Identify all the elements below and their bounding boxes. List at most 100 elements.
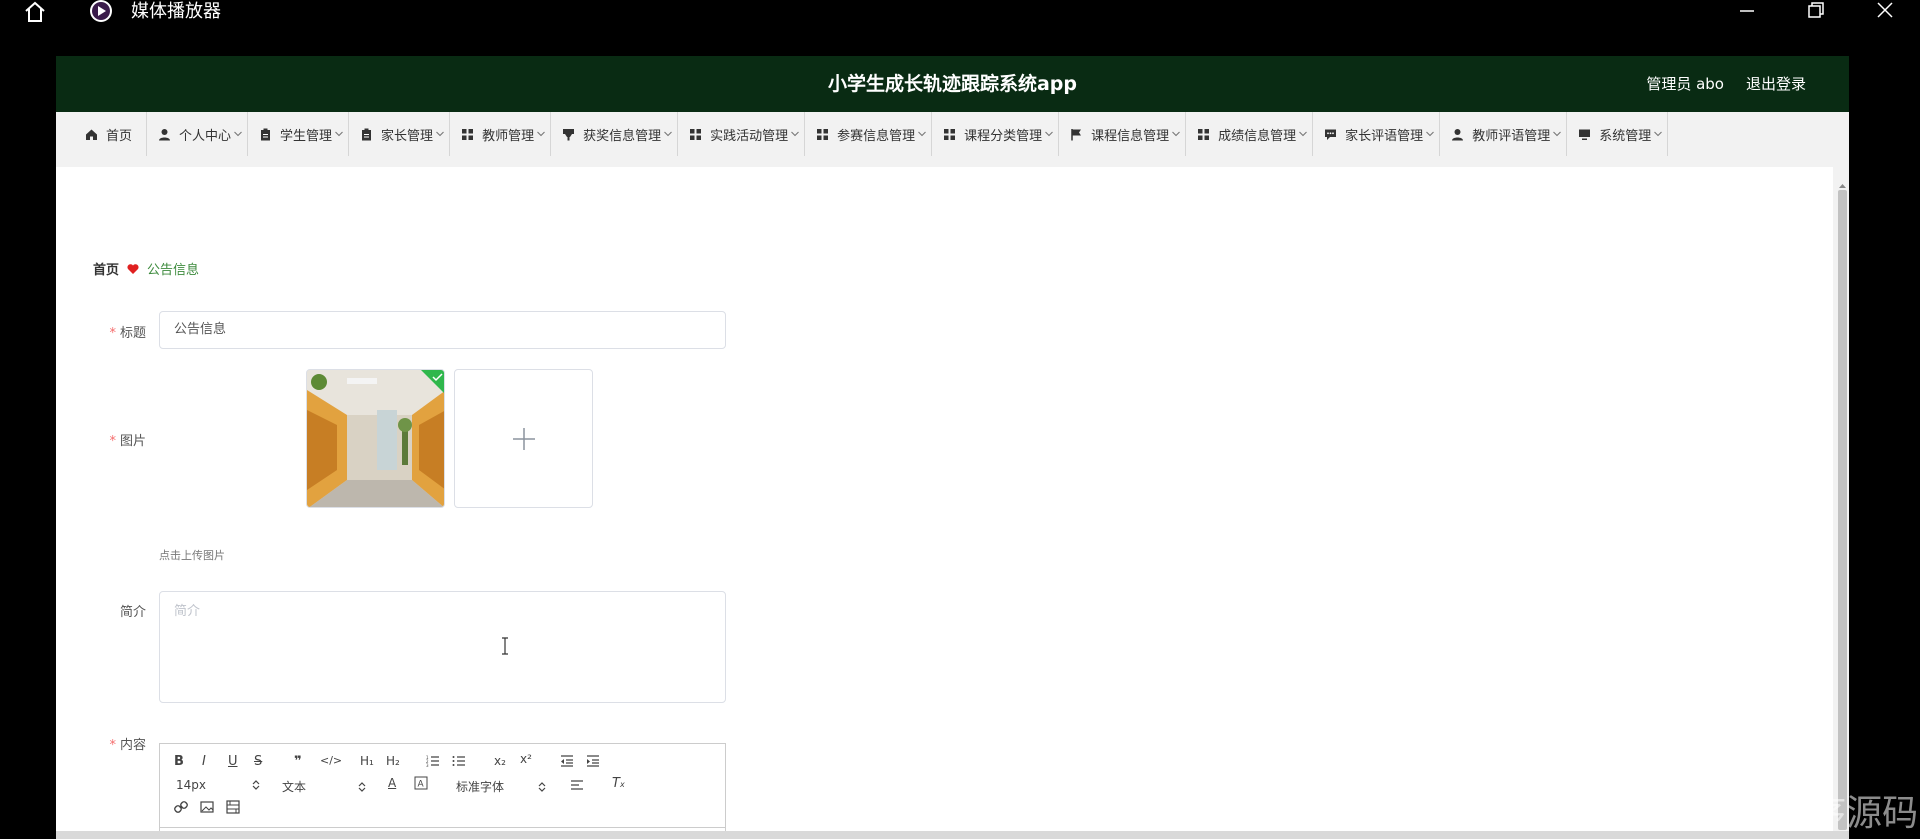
chevron-down-icon xyxy=(233,130,243,138)
upload-hint: 点击上传图片 xyxy=(159,549,225,562)
clipboard-icon xyxy=(258,127,272,141)
restore-icon[interactable] xyxy=(1800,0,1830,24)
grid-icon xyxy=(942,127,956,141)
chevron-down-icon xyxy=(1653,130,1663,138)
nav-item-10[interactable]: 成绩信息管理 xyxy=(1186,112,1314,156)
content-area: 首页 公告信息 * 标题 公告信息 * 图片 点击上传图片 简介 简介 * 内容… xyxy=(56,167,1833,839)
nav-item-0[interactable]: 首页 xyxy=(74,112,148,156)
underline-icon[interactable]: U xyxy=(228,754,238,769)
chevron-down-icon xyxy=(536,130,546,138)
nav-item-13[interactable]: 系统管理 xyxy=(1567,112,1669,156)
chevron-down-icon xyxy=(435,130,445,138)
upload-image-button[interactable] xyxy=(454,369,593,508)
select-arrows-icon xyxy=(252,780,260,790)
bold-icon[interactable]: B xyxy=(174,754,184,769)
chevron-down-icon xyxy=(917,130,927,138)
bg-color-icon[interactable]: A xyxy=(414,776,428,790)
nav-item-label: 个人中心 xyxy=(179,128,232,144)
rich-text-editor[interactable]: B I U S ❞ </> H₁ H₂ 123 x₂ x² 14px 文本 A … xyxy=(159,743,726,839)
clear-format-icon[interactable]: Tx xyxy=(612,776,625,791)
code-icon[interactable]: </> xyxy=(320,754,342,767)
nav-item-label: 课程信息管理 xyxy=(1091,128,1170,144)
chevron-down-icon xyxy=(1552,130,1562,138)
font-color-icon[interactable]: A xyxy=(388,776,396,790)
uploaded-image[interactable] xyxy=(306,369,445,508)
chevron-down-icon xyxy=(1298,130,1308,138)
app-header: 小学生成长轨迹跟踪系统app 管理员 abo 退出登录 xyxy=(56,56,1849,112)
h2-icon[interactable]: H₂ xyxy=(386,754,400,768)
nav-item-label: 实践活动管理 xyxy=(710,128,789,144)
nav-item-label: 教师评语管理 xyxy=(1472,128,1551,144)
comment-icon xyxy=(1323,127,1337,141)
nav-item-6[interactable]: 实践活动管理 xyxy=(678,112,806,156)
nav-item-11[interactable]: 家长评语管理 xyxy=(1313,112,1441,156)
outdent-icon[interactable] xyxy=(560,754,574,768)
close-icon[interactable] xyxy=(1870,0,1900,24)
plus-icon xyxy=(511,426,537,452)
editor-toolbar: B I U S ❞ </> H₁ H₂ 123 x₂ x² 14px 文本 A … xyxy=(160,744,725,828)
select-arrows-icon xyxy=(358,781,366,792)
nav-item-label: 课程分类管理 xyxy=(964,128,1043,144)
nav-item-3[interactable]: 家长管理 xyxy=(349,112,451,156)
strike-icon[interactable]: S xyxy=(254,754,262,769)
breadcrumb-home[interactable]: 首页 xyxy=(93,259,119,278)
minimize-icon[interactable] xyxy=(1732,0,1762,24)
select-arrows-icon xyxy=(538,781,546,792)
quote-icon[interactable]: ❞ xyxy=(294,754,302,769)
text-cursor-icon xyxy=(500,637,510,655)
chevron-down-icon xyxy=(1171,130,1181,138)
nav-item-1[interactable]: 个人中心 xyxy=(147,112,249,156)
chevron-down-icon xyxy=(1044,130,1054,138)
nav-item-label: 教师管理 xyxy=(482,128,535,144)
video-icon[interactable] xyxy=(226,800,240,814)
logout-button[interactable]: 退出登录 xyxy=(1746,56,1806,112)
font-family-select[interactable]: 标准字体 xyxy=(456,778,546,795)
grid-icon xyxy=(815,127,829,141)
font-size-select[interactable]: 14px xyxy=(176,778,260,792)
italic-icon[interactable]: I xyxy=(202,754,206,769)
indent-icon[interactable] xyxy=(586,754,600,768)
nav-item-5[interactable]: 获奖信息管理 xyxy=(551,112,679,156)
h1-icon[interactable]: H₁ xyxy=(360,754,374,768)
nav-item-7[interactable]: 参赛信息管理 xyxy=(805,112,933,156)
user-info: 管理员 abo xyxy=(1646,75,1724,93)
scroll-up-icon[interactable] xyxy=(1838,176,1847,188)
heart-icon xyxy=(127,263,139,275)
chevron-down-icon xyxy=(1425,130,1435,138)
image-icon[interactable] xyxy=(200,800,214,814)
nav-item-label: 参赛信息管理 xyxy=(837,128,916,144)
nav-item-4[interactable]: 教师管理 xyxy=(450,112,552,156)
os-titlebar: 媒体播放器 xyxy=(0,0,1920,34)
watermark: CSDN @战少程序源码 xyxy=(1552,793,1919,834)
home-icon[interactable] xyxy=(22,0,48,24)
media-player-icon xyxy=(87,0,115,24)
nav-item-2[interactable]: 学生管理 xyxy=(248,112,350,156)
link-icon[interactable] xyxy=(174,800,188,814)
nav-item-8[interactable]: 课程分类管理 xyxy=(932,112,1060,156)
text-type-select[interactable]: 文本 xyxy=(282,778,366,795)
chevron-down-icon xyxy=(663,130,673,138)
superscript-icon[interactable]: x² xyxy=(520,752,532,766)
ordered-list-icon[interactable]: 123 xyxy=(426,754,440,768)
scroll-thumb[interactable] xyxy=(1838,190,1847,830)
content-label: * 内容 xyxy=(109,738,146,753)
nav-item-label: 家长评语管理 xyxy=(1345,128,1424,144)
nav-item-label: 成绩信息管理 xyxy=(1218,128,1297,144)
grid-icon xyxy=(1196,127,1210,141)
bullet-list-icon[interactable] xyxy=(452,754,466,768)
user-icon xyxy=(157,127,171,141)
clipboard-icon xyxy=(359,127,373,141)
nav-item-12[interactable]: 教师评语管理 xyxy=(1440,112,1568,156)
intro-textarea[interactable]: 简介 xyxy=(159,591,726,703)
nav-item-label: 获奖信息管理 xyxy=(583,128,662,144)
align-icon[interactable] xyxy=(570,778,584,792)
subscript-icon[interactable]: x₂ xyxy=(494,754,506,768)
chevron-down-icon xyxy=(790,130,800,138)
app-title: 小学生成长轨迹跟踪系统app xyxy=(827,73,1078,95)
monitor-icon xyxy=(1577,127,1591,141)
nav-item-9[interactable]: 课程信息管理 xyxy=(1059,112,1187,156)
vertical-scrollbar[interactable] xyxy=(1836,174,1849,839)
image-label: * 图片 xyxy=(109,434,146,449)
title-input[interactable]: 公告信息 xyxy=(159,311,726,349)
breadcrumb-current: 公告信息 xyxy=(147,263,200,278)
